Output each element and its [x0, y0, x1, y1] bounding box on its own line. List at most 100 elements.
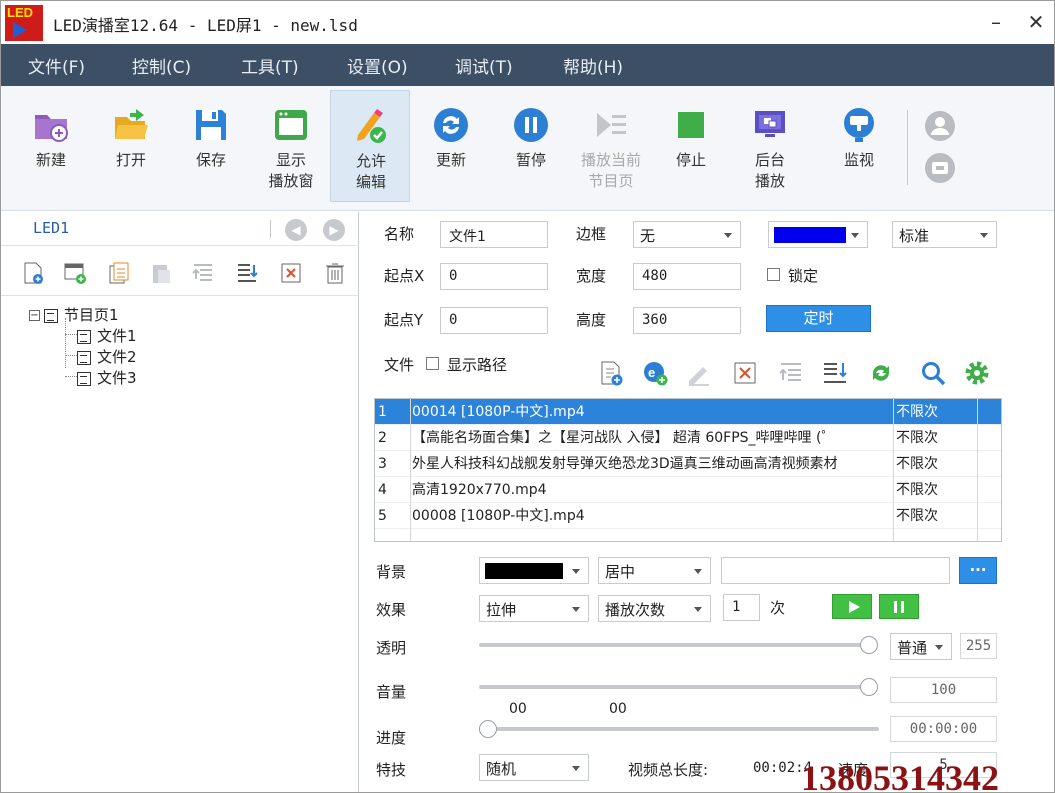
loop-refresh-icon[interactable]	[867, 359, 895, 387]
table-row[interactable]: 1 00014 [1080P-中文].mp4 不限次	[375, 399, 1001, 425]
move-down-icon[interactable]	[235, 261, 259, 285]
tree-file-node[interactable]: 文件1	[77, 325, 137, 345]
monitor-button[interactable]: 监视	[819, 90, 899, 202]
play-mode-select[interactable]: 播放次数	[598, 595, 711, 622]
tree-page-node[interactable]: − 节目页1	[29, 304, 119, 324]
stop-button[interactable]: 停止	[651, 90, 731, 202]
browse-button[interactable]: ···	[959, 557, 997, 584]
screen-header: LED1 ◀ ▶	[1, 212, 359, 246]
border-select[interactable]: 无	[633, 221, 741, 248]
row-index: 1	[378, 404, 387, 420]
menu-debug[interactable]: 调试(T)	[455, 53, 513, 78]
width-input[interactable]: 480	[633, 263, 741, 290]
add-file-icon[interactable]	[597, 359, 625, 387]
bg-path-input[interactable]	[721, 557, 950, 584]
progress-time: 00:00:00	[890, 716, 997, 742]
tree-file-node[interactable]: 文件3	[77, 367, 137, 387]
pause-label: 暂停	[515, 151, 546, 169]
menu-help[interactable]: 帮助(H)	[563, 53, 623, 78]
background-play-button[interactable]: 后台 播放	[730, 90, 810, 202]
opacity-mode-value: 普通	[897, 639, 928, 657]
screen-name[interactable]: LED1	[33, 219, 69, 237]
table-row[interactable]: 4 高清1920x770.mp4 不限次	[375, 477, 1001, 503]
fx-select[interactable]: 随机	[479, 754, 589, 781]
user-login-icon[interactable]	[923, 110, 957, 142]
add-page-icon[interactable]	[21, 261, 45, 285]
effect-select[interactable]: 拉伸	[479, 595, 589, 622]
play-count-input[interactable]: 1	[723, 594, 760, 621]
add-web-icon[interactable]: e	[641, 359, 669, 387]
new-button[interactable]: 新建	[11, 90, 91, 202]
preview-pause-button[interactable]	[879, 594, 919, 619]
monitor-icon	[844, 108, 874, 142]
opacity-mode-select[interactable]: 普通	[890, 633, 952, 660]
pause-icon	[514, 108, 548, 142]
menu-control[interactable]: 控制(C)	[132, 53, 191, 78]
delete-item-icon[interactable]	[279, 261, 303, 285]
file-move-down-icon[interactable]	[821, 359, 849, 387]
row-file-name: 00014 [1080P-中文].mp4	[412, 404, 585, 420]
move-up-icon[interactable]	[191, 261, 215, 285]
menu-settings[interactable]: 设置(O)	[347, 53, 408, 78]
opacity-slider-thumb[interactable]	[860, 636, 878, 654]
table-row[interactable]: 2 【高能名场面合集】之【星河战队 入侵】 超清 60FPS_哔哩哔哩 (゜ 不…	[375, 425, 1001, 451]
row-file-name: 【高能名场面合集】之【星河战队 入侵】 超清 60FPS_哔哩哔哩 (゜	[412, 430, 836, 446]
tree-connector	[65, 318, 66, 368]
show-path-checkbox[interactable]	[426, 357, 439, 370]
row-index: 4	[378, 482, 387, 498]
start-x-input[interactable]: 0	[440, 263, 548, 290]
height-input[interactable]: 360	[633, 307, 741, 334]
volume-slider-track[interactable]	[479, 685, 869, 689]
minimize-button[interactable]: –	[981, 9, 1011, 35]
play-page-icon	[597, 113, 626, 137]
user-logout-icon[interactable]	[923, 152, 957, 184]
bg-align-select[interactable]: 居中	[598, 557, 711, 584]
start-y-input[interactable]: 0	[440, 307, 548, 334]
style-select[interactable]: 标准	[892, 221, 997, 248]
chevron-down-icon	[694, 607, 702, 612]
paste-icon[interactable]	[149, 261, 173, 285]
opacity-slider-track[interactable]	[479, 643, 869, 647]
delete-file-icon[interactable]	[731, 359, 759, 387]
row-loop: 不限次	[896, 404, 938, 420]
menu-file[interactable]: 文件(F)	[28, 53, 85, 78]
timer-button[interactable]: 定时	[766, 305, 871, 332]
add-window-icon[interactable]	[63, 261, 87, 285]
file-label: 文件1	[97, 327, 137, 345]
row-index: 5	[378, 508, 387, 524]
background-play-label: 后台 播放	[754, 151, 785, 190]
display-window-button[interactable]: 显示 播放窗	[251, 90, 331, 202]
search-icon[interactable]	[919, 359, 947, 387]
save-button[interactable]: 保存	[171, 90, 251, 202]
trash-icon[interactable]	[323, 261, 347, 285]
progress-slider-thumb[interactable]	[479, 720, 497, 738]
refresh-button[interactable]: 更新	[411, 90, 491, 202]
allow-edit-button[interactable]: 允许 编辑	[330, 90, 410, 202]
volume-slider-thumb[interactable]	[860, 678, 878, 696]
table-row[interactable]: 5 00008 [1080P-中文].mp4 不限次	[375, 503, 1001, 529]
progress-slider-track[interactable]	[479, 727, 879, 731]
collapse-icon[interactable]: −	[29, 310, 40, 321]
name-input[interactable]: 文件1	[440, 221, 548, 248]
border-color-select[interactable]	[768, 221, 868, 248]
edit-file-icon[interactable]	[685, 359, 713, 387]
close-button[interactable]: ✕	[1021, 9, 1051, 35]
pause-button[interactable]: 暂停	[491, 90, 571, 202]
next-screen-icon[interactable]: ▶	[323, 219, 345, 241]
bg-color-select[interactable]	[479, 557, 589, 584]
lock-checkbox[interactable]	[767, 268, 780, 281]
file-icon	[77, 350, 91, 365]
menu-tools[interactable]: 工具(T)	[241, 53, 299, 78]
file-label: 文件	[384, 356, 415, 374]
prev-screen-icon[interactable]: ◀	[285, 219, 307, 241]
tree-file-node[interactable]: 文件2	[77, 346, 137, 366]
open-button[interactable]: 打开	[91, 90, 171, 202]
new-folder-icon	[35, 115, 68, 142]
gear-icon[interactable]	[963, 359, 991, 387]
table-row[interactable]: 3 外星人科技科幻战舰发射导弹灭绝恐龙3D逼真三维动画高清视频素材 不限次	[375, 451, 1001, 477]
play-page-button[interactable]: 播放当前 节目页	[571, 90, 651, 202]
file-move-up-icon[interactable]	[777, 359, 805, 387]
width-label: 宽度	[576, 267, 607, 285]
copy-icon[interactable]	[107, 261, 131, 285]
preview-play-button[interactable]	[832, 594, 872, 619]
